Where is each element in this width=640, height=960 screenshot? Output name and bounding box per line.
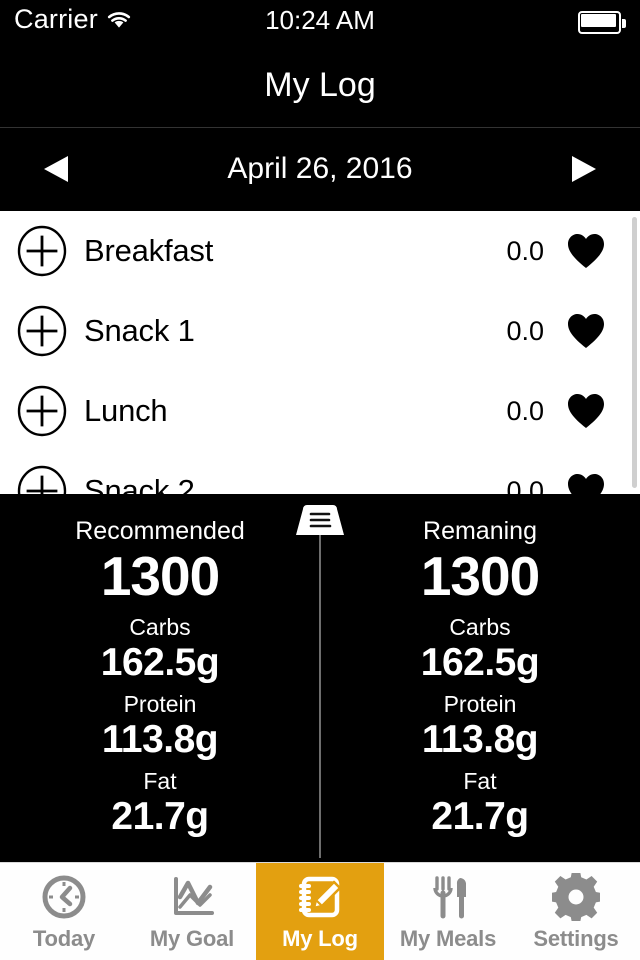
- meal-calories: 0.0: [506, 475, 544, 495]
- tab-my-goal[interactable]: My Goal: [128, 863, 256, 960]
- meal-calories: 0.0: [506, 395, 544, 426]
- meal-name: Snack 2: [84, 473, 195, 494]
- tab-settings[interactable]: Settings: [512, 863, 640, 960]
- current-date-label[interactable]: April 26, 2016: [227, 152, 412, 186]
- heart-icon[interactable]: [566, 472, 606, 494]
- page-title: My Log: [264, 66, 376, 104]
- tab-today[interactable]: Today: [0, 863, 128, 960]
- tab-label: My Log: [282, 925, 358, 951]
- next-day-button[interactable]: [562, 147, 606, 191]
- meal-calories: 0.0: [506, 315, 544, 346]
- summary-column-remaining: Remaning 1300 Carbs 162.5g Protein 113.8…: [320, 517, 640, 838]
- macro-value-protein: 113.8g: [101, 717, 219, 761]
- gear-icon: [548, 872, 604, 922]
- macro-label-fat: Fat: [143, 767, 177, 794]
- summary-column-recommended: Recommended 1300 Carbs 162.5g Protein 11…: [0, 517, 320, 838]
- plus-circle-icon[interactable]: [16, 225, 68, 277]
- macro-label-fat: Fat: [463, 767, 497, 794]
- triangle-right-icon: [567, 152, 601, 186]
- plus-circle-icon[interactable]: [16, 465, 68, 494]
- heart-icon[interactable]: [566, 312, 606, 350]
- app-screen: Carrier 10:24 AM My Log April 26, 2016 B…: [0, 0, 640, 960]
- tab-label: Today: [32, 925, 96, 951]
- list-item[interactable]: Breakfast 0.0: [0, 211, 640, 291]
- calories-value: 1300: [420, 544, 540, 607]
- list-item[interactable]: Lunch 0.0: [0, 371, 640, 451]
- previous-day-button[interactable]: [34, 147, 78, 191]
- list-scrollbar[interactable]: [632, 217, 637, 488]
- heart-icon[interactable]: [566, 392, 606, 430]
- meal-list[interactable]: Breakfast 0.0 Snack 1 0.0 Lunch 0.0 Snac…: [0, 211, 640, 494]
- meal-calories: 0.0: [506, 235, 544, 266]
- plus-circle-icon[interactable]: [16, 305, 68, 357]
- tab-label: My Goal: [149, 925, 235, 951]
- tab-label: My Meals: [399, 925, 497, 951]
- battery-full-icon: [578, 11, 626, 34]
- tab-label: Settings: [533, 925, 619, 951]
- macro-label-carbs: Carbs: [129, 614, 191, 641]
- macro-label-protein: Protein: [123, 690, 197, 717]
- macro-value-fat: 21.7g: [111, 794, 209, 838]
- status-bar: Carrier 10:24 AM: [0, 0, 640, 44]
- clock-icon: [36, 872, 92, 922]
- macro-value-protein: 113.8g: [421, 717, 539, 761]
- macro-value-carbs: 162.5g: [100, 640, 220, 684]
- nav-bar: My Log: [0, 44, 640, 128]
- plus-circle-icon[interactable]: [16, 385, 68, 437]
- macro-value-fat: 21.7g: [431, 794, 529, 838]
- column-title: Recommended: [75, 517, 245, 545]
- macro-label-protein: Protein: [443, 690, 517, 717]
- column-title: Remaning: [423, 517, 537, 545]
- fork-knife-icon: [420, 872, 476, 922]
- calories-value: 1300: [100, 544, 220, 607]
- date-selector-bar: April 26, 2016: [0, 128, 640, 210]
- heart-icon[interactable]: [566, 232, 606, 270]
- triangle-left-icon: [39, 152, 73, 186]
- macro-value-carbs: 162.5g: [420, 640, 540, 684]
- list-item[interactable]: Snack 2 0.0: [0, 451, 640, 494]
- meal-name: Snack 1: [84, 313, 195, 348]
- chart-line-icon: [164, 872, 220, 922]
- macro-label-carbs: Carbs: [449, 614, 511, 641]
- list-item[interactable]: Snack 1 0.0: [0, 291, 640, 371]
- status-bar-time: 10:24 AM: [265, 5, 375, 35]
- meal-name: Breakfast: [84, 233, 214, 268]
- tab-my-meals[interactable]: My Meals: [384, 863, 512, 960]
- notepad-pencil-icon: [292, 872, 348, 922]
- summary-columns: Recommended 1300 Carbs 162.5g Protein 11…: [0, 517, 640, 838]
- nutrition-summary-panel: Recommended 1300 Carbs 162.5g Protein 11…: [0, 494, 640, 858]
- tab-bar: Today My Goal My Log My Meals Settings: [0, 862, 640, 960]
- meal-name: Lunch: [84, 393, 168, 428]
- tab-my-log[interactable]: My Log: [256, 863, 384, 960]
